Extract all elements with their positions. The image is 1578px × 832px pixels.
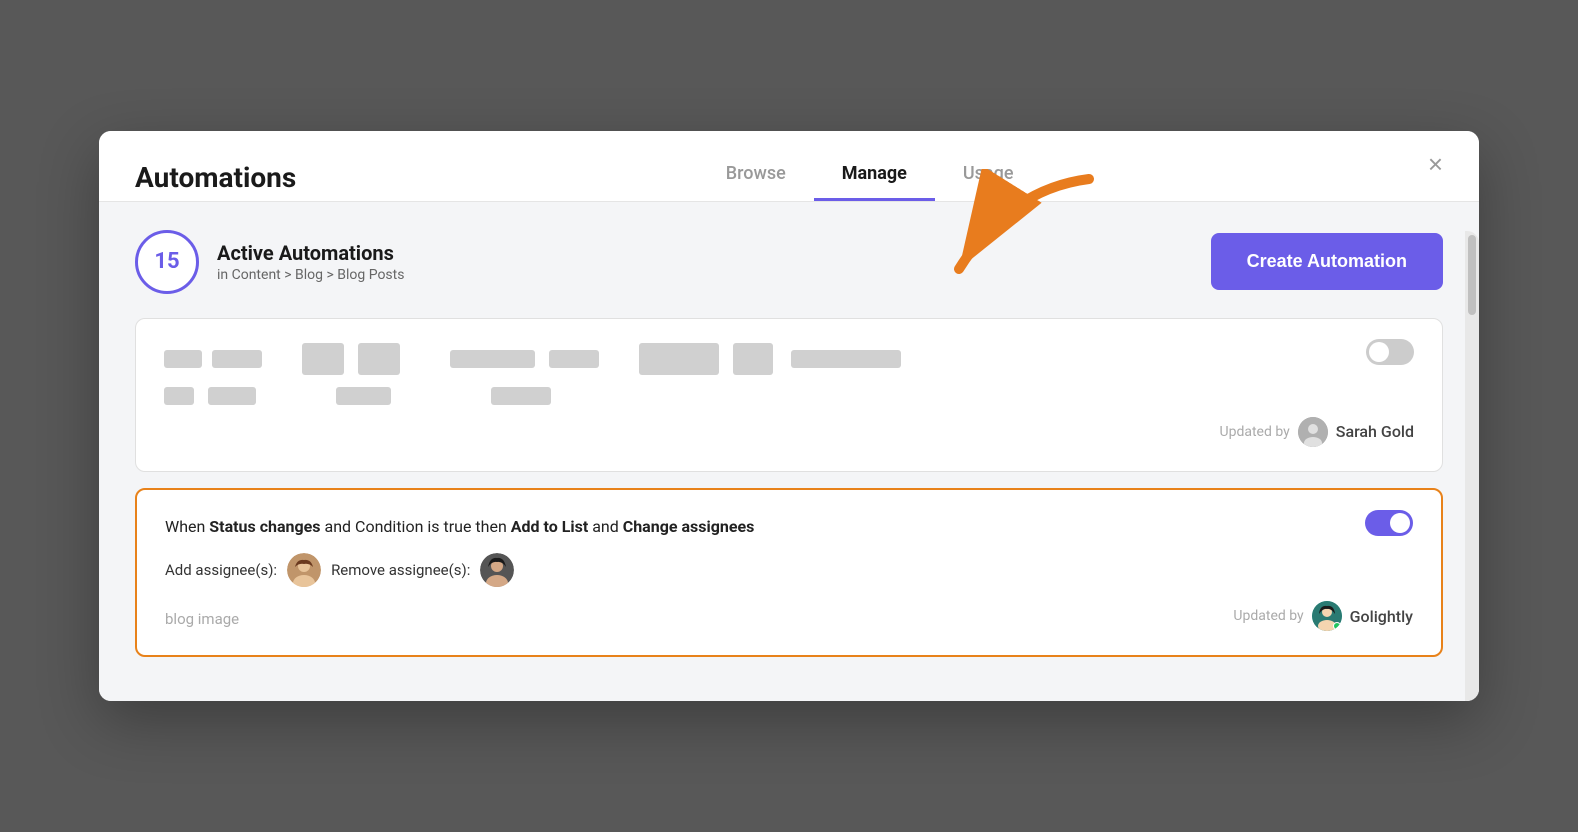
toggle-wrap-2[interactable]: [1365, 510, 1413, 536]
modal-title: Automations: [135, 161, 296, 194]
create-automation-button[interactable]: Create Automation: [1211, 233, 1443, 290]
redacted-block: [208, 387, 256, 405]
updated-by-name-2: Golightly: [1350, 607, 1413, 626]
redacted-block: [358, 343, 400, 375]
toggle-1[interactable]: [1366, 339, 1414, 365]
redacted-block: [549, 350, 599, 368]
redacted-block: [639, 343, 719, 375]
redacted-block: [164, 350, 202, 368]
redacted-block: [212, 350, 262, 368]
remove-assignee-label: Remove assignee(s):: [331, 561, 470, 579]
scrollbar-track[interactable]: [1465, 231, 1479, 702]
modal-tabs: Browse Manage Usage: [698, 155, 1042, 201]
redacted-row-1: [164, 343, 1414, 375]
automation-card-1: Updated by Sarah Gold: [135, 318, 1443, 472]
avatar-person2: [480, 553, 514, 587]
active-subtitle: in Content > Blog > Blog Posts: [217, 267, 404, 283]
active-count-badge: 15: [135, 230, 199, 294]
redacted-block: [491, 387, 551, 405]
redacted-block: [733, 343, 773, 375]
online-dot: [1333, 622, 1341, 630]
updated-by-2: Updated by Golightly: [1233, 601, 1413, 631]
blog-image-label: blog image: [165, 610, 239, 628]
redacted-row-2: [164, 387, 1414, 405]
avatar-golightly: [1312, 601, 1342, 631]
updated-by-name-1: Sarah Gold: [1336, 422, 1414, 441]
redacted-block: [302, 343, 344, 375]
tab-browse[interactable]: Browse: [698, 155, 814, 201]
scrollbar-thumb[interactable]: [1468, 235, 1476, 315]
redacted-block: [164, 387, 194, 405]
redacted-block: [791, 350, 901, 368]
avatar-sarah: [1298, 417, 1328, 447]
active-automations-row: 15 Active Automations in Content > Blog …: [135, 230, 1443, 294]
tab-manage[interactable]: Manage: [814, 155, 935, 201]
active-title: Active Automations: [217, 241, 404, 265]
close-button[interactable]: ×: [1428, 151, 1443, 177]
updated-by-1: Updated by Sarah Gold: [164, 417, 1414, 447]
automation-card-2: When Status changes and Condition is tru…: [135, 488, 1443, 658]
assignee-row: Add assignee(s): Remove assignee(s):: [165, 553, 1413, 587]
updated-by-label-2: Updated by: [1233, 608, 1303, 624]
active-left: 15 Active Automations in Content > Blog …: [135, 230, 404, 294]
automations-modal: Automations Browse Manage Usage × 15 Act…: [99, 131, 1479, 702]
toggle-wrap-1[interactable]: [1366, 339, 1414, 365]
add-assignee-label: Add assignee(s):: [165, 561, 277, 579]
modal-body: 15 Active Automations in Content > Blog …: [99, 202, 1479, 702]
tab-usage[interactable]: Usage: [935, 155, 1042, 201]
toggle-2[interactable]: [1365, 510, 1413, 536]
modal-header: Automations Browse Manage Usage ×: [99, 131, 1479, 201]
avatar-person1: [287, 553, 321, 587]
card2-footer: blog image Updated by Golightly: [165, 601, 1413, 631]
automation-text: When Status changes and Condition is tru…: [165, 514, 1413, 540]
updated-by-label-1: Updated by: [1220, 424, 1290, 440]
redacted-block: [336, 387, 391, 405]
redacted-block: [450, 350, 535, 368]
active-info: Active Automations in Content > Blog > B…: [217, 241, 404, 283]
